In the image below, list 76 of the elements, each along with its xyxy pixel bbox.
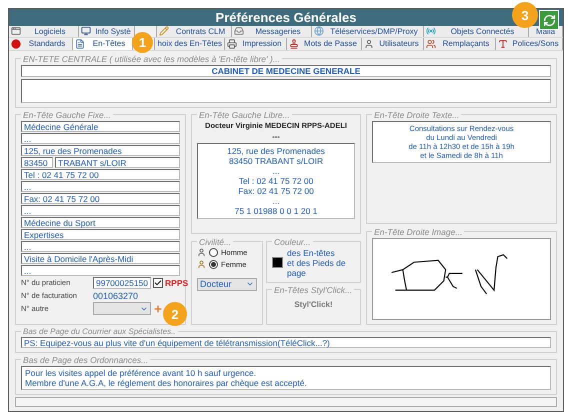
input-field[interactable]: TRABANT s/LOIR xyxy=(55,156,180,168)
color-swatch[interactable] xyxy=(272,257,283,268)
group-legend: En-Tête Droite Texte... xyxy=(372,110,462,120)
tab[interactable]: Logiciels xyxy=(9,26,79,38)
tray-icon xyxy=(234,26,244,36)
input-field[interactable]: Expertises xyxy=(21,228,180,240)
group-legend: En-Tête Gauche Fixe... xyxy=(21,110,113,120)
input-field[interactable]: ... xyxy=(21,264,180,276)
tab[interactable]: Impression xyxy=(225,38,287,50)
group-legend: Bas de Page du Courrier aux Spécialistes.. xyxy=(21,326,178,336)
add-icon[interactable] xyxy=(153,304,163,314)
tab[interactable]: En-Têtes xyxy=(73,38,133,50)
monitor-icon xyxy=(81,26,91,36)
tab[interactable]: Info Systè xyxy=(79,26,135,38)
person-icon xyxy=(364,38,374,49)
input-field[interactable]: ... xyxy=(21,240,180,252)
refresh-button[interactable] xyxy=(539,10,559,30)
group-legend: En-Tête Droite Image... xyxy=(372,226,464,237)
field-value: 001063270 xyxy=(93,290,138,301)
document-icon xyxy=(75,38,85,49)
input-field[interactable]: ... xyxy=(21,180,180,192)
tab[interactable]: Téléservices/DMP/Proxy xyxy=(312,26,424,38)
person-icon xyxy=(197,248,206,257)
text-area[interactable]: Pour les visites appel de préférence avant 10 h sauf urgence. Membre d'une A.G.A, le réglement des honoraires par chèque est accepté. xyxy=(21,366,551,390)
radio-button[interactable] xyxy=(209,260,218,269)
tab[interactable]: hoix des En-Têtes xyxy=(155,38,225,50)
tab[interactable]: Polices/Sons xyxy=(496,38,563,50)
people-icon xyxy=(426,38,436,49)
checkbox-label: RPPS xyxy=(165,278,188,288)
dropdown[interactable]: Docteur xyxy=(197,278,257,291)
group-legend: Couleur... xyxy=(272,236,313,247)
tab[interactable]: Messageries xyxy=(232,26,312,38)
group-legend: Civilité... xyxy=(197,236,234,247)
window-title: Préférences Générales xyxy=(216,10,356,25)
text-area[interactable]: 125, rue des Promenades 83450 TRABANT s/LOIR ... Tel : 02 41 75 72 00 Fax: 02 41 75 72 00 ... 75 1 01988 0 0 1 20 1 xyxy=(197,142,356,219)
person-icon xyxy=(197,260,206,269)
color-label: et des Pieds de page xyxy=(287,258,347,278)
radio-button[interactable] xyxy=(209,248,218,257)
tab[interactable]: Contrats CLM xyxy=(157,26,232,38)
input-field[interactable]: Visite à Domicile l'Après-Midi xyxy=(21,252,180,264)
app-icon xyxy=(11,26,21,36)
color-label: des En-têtes xyxy=(287,248,336,258)
refresh-icon xyxy=(542,14,556,26)
stamp-icon xyxy=(289,38,299,49)
input-field[interactable]: ... xyxy=(21,132,180,144)
input-field[interactable]: 99700025150 xyxy=(93,276,152,289)
group-legend: En-Têtes Styl'Click... xyxy=(272,284,354,295)
callout-badge: 2 xyxy=(163,302,187,326)
input-field[interactable]: ... xyxy=(21,204,180,216)
input-field[interactable]: 83450 xyxy=(21,156,53,168)
input-field[interactable]: Fax: 02 41 75 72 00 xyxy=(21,192,180,204)
tab[interactable]: Remplaçants xyxy=(424,38,496,50)
tab[interactable]: Standards xyxy=(9,38,73,50)
font-icon xyxy=(498,38,508,49)
pencil-icon xyxy=(159,26,169,36)
tab[interactable]: Utilisateurs xyxy=(362,38,424,50)
input-field[interactable]: 125, rue des Promenades xyxy=(21,144,180,156)
callout-badge: 1 xyxy=(132,32,153,53)
group-legend: EN-TETE CENTRALE ( utilisée avec les modèles à 'En-tête libre' )... xyxy=(21,54,282,64)
dot-icon xyxy=(11,38,21,49)
checkbox[interactable] xyxy=(153,278,164,288)
input-field[interactable]: CABINET DE MEDECINE GENERALE xyxy=(21,64,551,77)
input-field[interactable]: Médecine du Sport xyxy=(21,216,180,228)
signal-icon xyxy=(426,26,436,36)
tab[interactable]: Mots de Passe xyxy=(287,38,362,50)
input-field[interactable]: Tel : 02 41 75 72 00 xyxy=(21,168,180,180)
group-legend: Bas de Page des Ordonnances... xyxy=(21,354,150,365)
input-field[interactable]: PS: Equipez-vous au plus vite d'un équipement de télétransmission(TéléClick...?) xyxy=(21,336,551,348)
tab[interactable]: Objets Connectés xyxy=(424,26,529,38)
printer-icon xyxy=(227,38,237,49)
callout-badge: 3 xyxy=(512,2,538,28)
globe-icon xyxy=(314,26,324,36)
text-area[interactable] xyxy=(21,78,551,103)
input-field[interactable]: Médecine Générale xyxy=(21,120,180,132)
stylclick-button[interactable]: Styl'Click! xyxy=(290,296,337,313)
group-legend: En-Tête Gauche Libre... xyxy=(197,110,292,120)
